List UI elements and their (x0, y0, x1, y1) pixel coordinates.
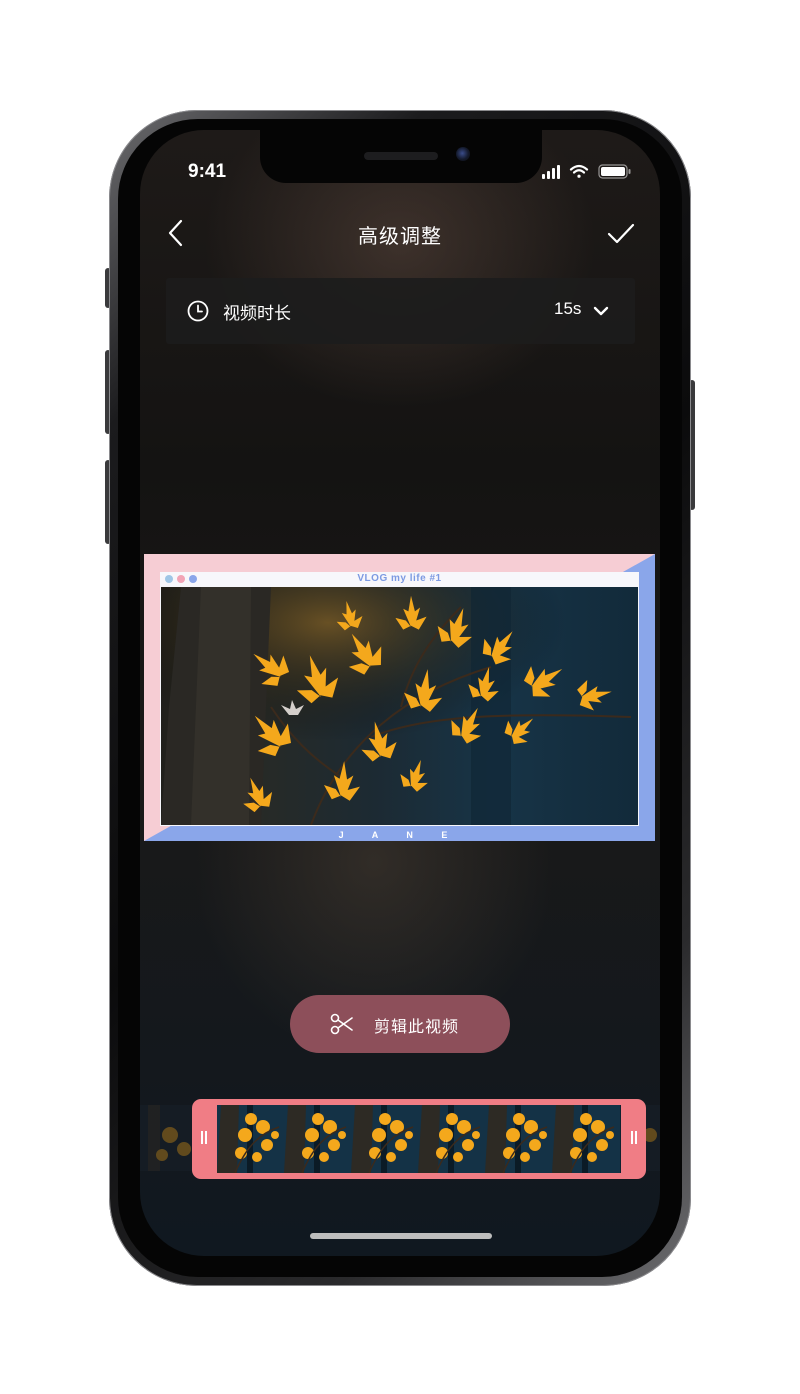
video-preview-card[interactable]: VLOG my life #1 J A N E (144, 554, 655, 841)
handle-grip (635, 1131, 637, 1144)
trim-handle-right[interactable] (622, 1099, 646, 1179)
filmstrip-out-left (140, 1105, 200, 1171)
preview-window: VLOG my life #1 (160, 572, 639, 826)
handle-grip (631, 1131, 633, 1144)
wifi-icon (569, 164, 589, 178)
filmstrip-frame (283, 1105, 353, 1173)
filmstrip-frame (417, 1105, 487, 1173)
video-frame-image (161, 587, 638, 825)
speaker-grille (364, 152, 438, 160)
window-title-bar: VLOG my life #1 (160, 572, 639, 586)
page-title: 高级调整 (358, 224, 442, 248)
notch (260, 130, 542, 183)
filmstrip-frame (551, 1105, 621, 1173)
card-footer-text: J A N E (338, 830, 461, 840)
filmstrip-frame (217, 1105, 286, 1173)
trim-video-button[interactable]: 剪辑此视频 (290, 995, 510, 1053)
autumn-leaves-image (161, 587, 638, 825)
battery-icon (598, 164, 631, 179)
status-icons (542, 164, 631, 179)
status-time: 9:41 (188, 161, 227, 182)
clock-icon (187, 300, 209, 322)
front-camera (456, 147, 470, 161)
trim-handle-left[interactable] (192, 1099, 216, 1179)
handle-grip (205, 1131, 207, 1144)
duration-value: 15s (554, 299, 582, 318)
window-title: VLOG my life #1 (357, 573, 442, 584)
filmstrip-frame (484, 1105, 554, 1173)
video-trimmer[interactable] (192, 1099, 646, 1179)
signal-icon (542, 165, 560, 179)
app-screen: 9:41 高级调整 视频时长 15s VLOG my life #1 J A N… (140, 130, 660, 1256)
filmstrip-frame (350, 1105, 420, 1173)
duration-selector[interactable]: 视频时长 15s (166, 278, 635, 344)
scissors-icon (330, 1013, 353, 1035)
trim-video-label: 剪辑此视频 (374, 1017, 460, 1036)
home-indicator[interactable] (310, 1233, 492, 1239)
checkmark-icon[interactable] (606, 220, 636, 248)
duration-label: 视频时长 (223, 304, 291, 324)
filmstrip-frames (217, 1105, 621, 1173)
chevron-down-icon (593, 306, 609, 316)
handle-grip (201, 1131, 203, 1144)
